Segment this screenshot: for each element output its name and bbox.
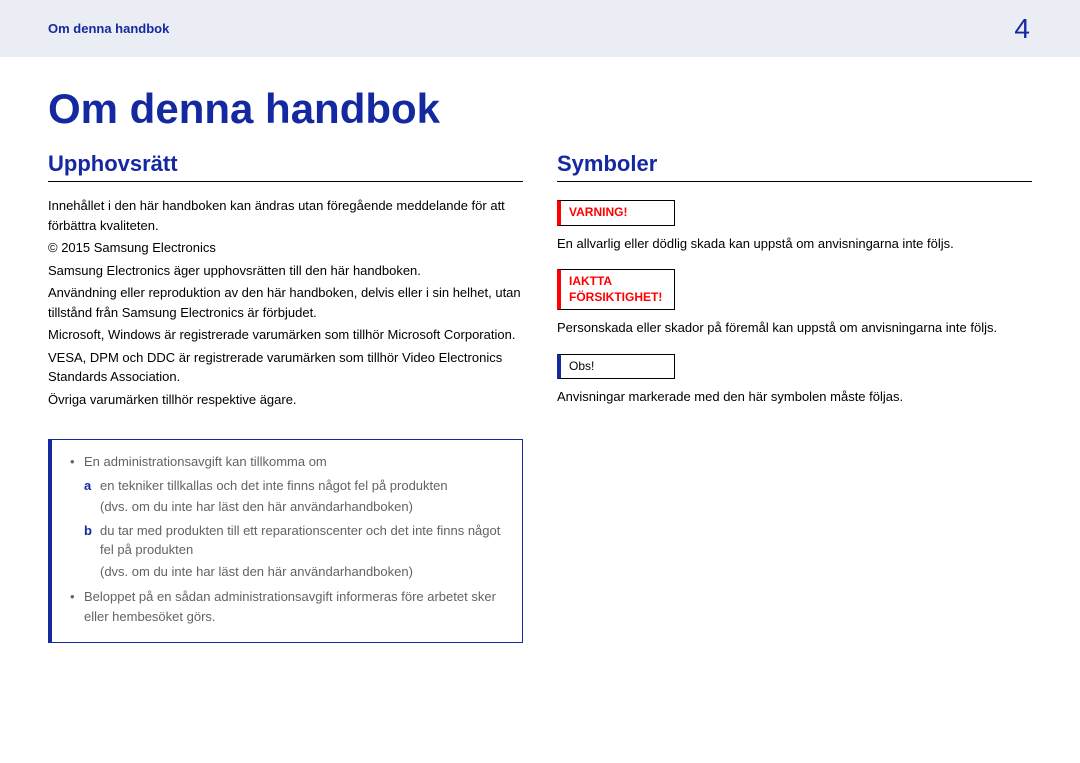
sub-text: du tar med produkten till ett reparation… bbox=[100, 521, 506, 584]
caution-line1: IAKTTA bbox=[561, 274, 674, 290]
page-number: 4 bbox=[1014, 13, 1030, 45]
line: (dvs. om du inte har läst den här använd… bbox=[100, 562, 506, 582]
right-column: Symboler VARNING! En allvarlig eller död… bbox=[557, 151, 1032, 643]
obs-text: Obs! bbox=[561, 359, 674, 375]
right-heading: Symboler bbox=[557, 151, 1032, 182]
note-box: En administrationsavgift kan tillkomma o… bbox=[48, 439, 523, 643]
line: du tar med produkten till ett reparation… bbox=[100, 521, 506, 560]
sublist: a en tekniker tillkallas och det inte fi… bbox=[84, 476, 506, 584]
sub-text: en tekniker tillkallas och det inte finn… bbox=[100, 476, 448, 519]
para: Övriga varumärken tillhör respektive äga… bbox=[48, 390, 523, 410]
obs-desc: Anvisningar markerade med den här symbol… bbox=[557, 387, 1032, 407]
caution-desc: Personskada eller skador på föremål kan … bbox=[557, 318, 1032, 338]
letter-a: a bbox=[84, 476, 100, 519]
copyright-body: Innehållet i den här handboken kan ändra… bbox=[48, 196, 523, 409]
breadcrumb: Om denna handbok bbox=[48, 21, 169, 36]
caution-line2: FÖRSIKTIGHET! bbox=[561, 290, 674, 306]
content: Om denna handbok Upphovsrätt Innehållet … bbox=[0, 57, 1080, 643]
para: Innehållet i den här handboken kan ändra… bbox=[48, 196, 523, 235]
columns: Upphovsrätt Innehållet i den här handbok… bbox=[48, 151, 1032, 643]
letter-b: b bbox=[84, 521, 100, 584]
warning-text: VARNING! bbox=[561, 205, 674, 221]
warning-label: VARNING! bbox=[557, 200, 675, 226]
bullet-item: Beloppet på en sådan administrationsavgi… bbox=[70, 587, 506, 626]
sub-item-b: b du tar med produkten till ett reparati… bbox=[84, 521, 506, 584]
header-bar: Om denna handbok 4 bbox=[0, 0, 1080, 57]
caution-label: IAKTTA FÖRSIKTIGHET! bbox=[557, 269, 675, 310]
para: © 2015 Samsung Electronics bbox=[48, 238, 523, 258]
para: Microsoft, Windows är registrerade varum… bbox=[48, 325, 523, 345]
sub-item-a: a en tekniker tillkallas och det inte fi… bbox=[84, 476, 506, 519]
left-heading: Upphovsrätt bbox=[48, 151, 523, 182]
para: Samsung Electronics äger upphovsrätten t… bbox=[48, 261, 523, 281]
para: VESA, DPM och DDC är registrerade varumä… bbox=[48, 348, 523, 387]
bullet-item: En administrationsavgift kan tillkomma o… bbox=[70, 452, 506, 583]
warning-desc: En allvarlig eller dödlig skada kan upps… bbox=[557, 234, 1032, 254]
para: Användning eller reproduktion av den här… bbox=[48, 283, 523, 322]
bullet-text: En administrationsavgift kan tillkomma o… bbox=[84, 454, 327, 469]
line: en tekniker tillkallas och det inte finn… bbox=[100, 476, 448, 496]
left-column: Upphovsrätt Innehållet i den här handbok… bbox=[48, 151, 523, 643]
line: (dvs. om du inte har läst den här använd… bbox=[100, 497, 448, 517]
obs-label: Obs! bbox=[557, 354, 675, 380]
bullet-text: Beloppet på en sådan administrationsavgi… bbox=[84, 589, 496, 624]
page-title: Om denna handbok bbox=[48, 85, 1032, 133]
